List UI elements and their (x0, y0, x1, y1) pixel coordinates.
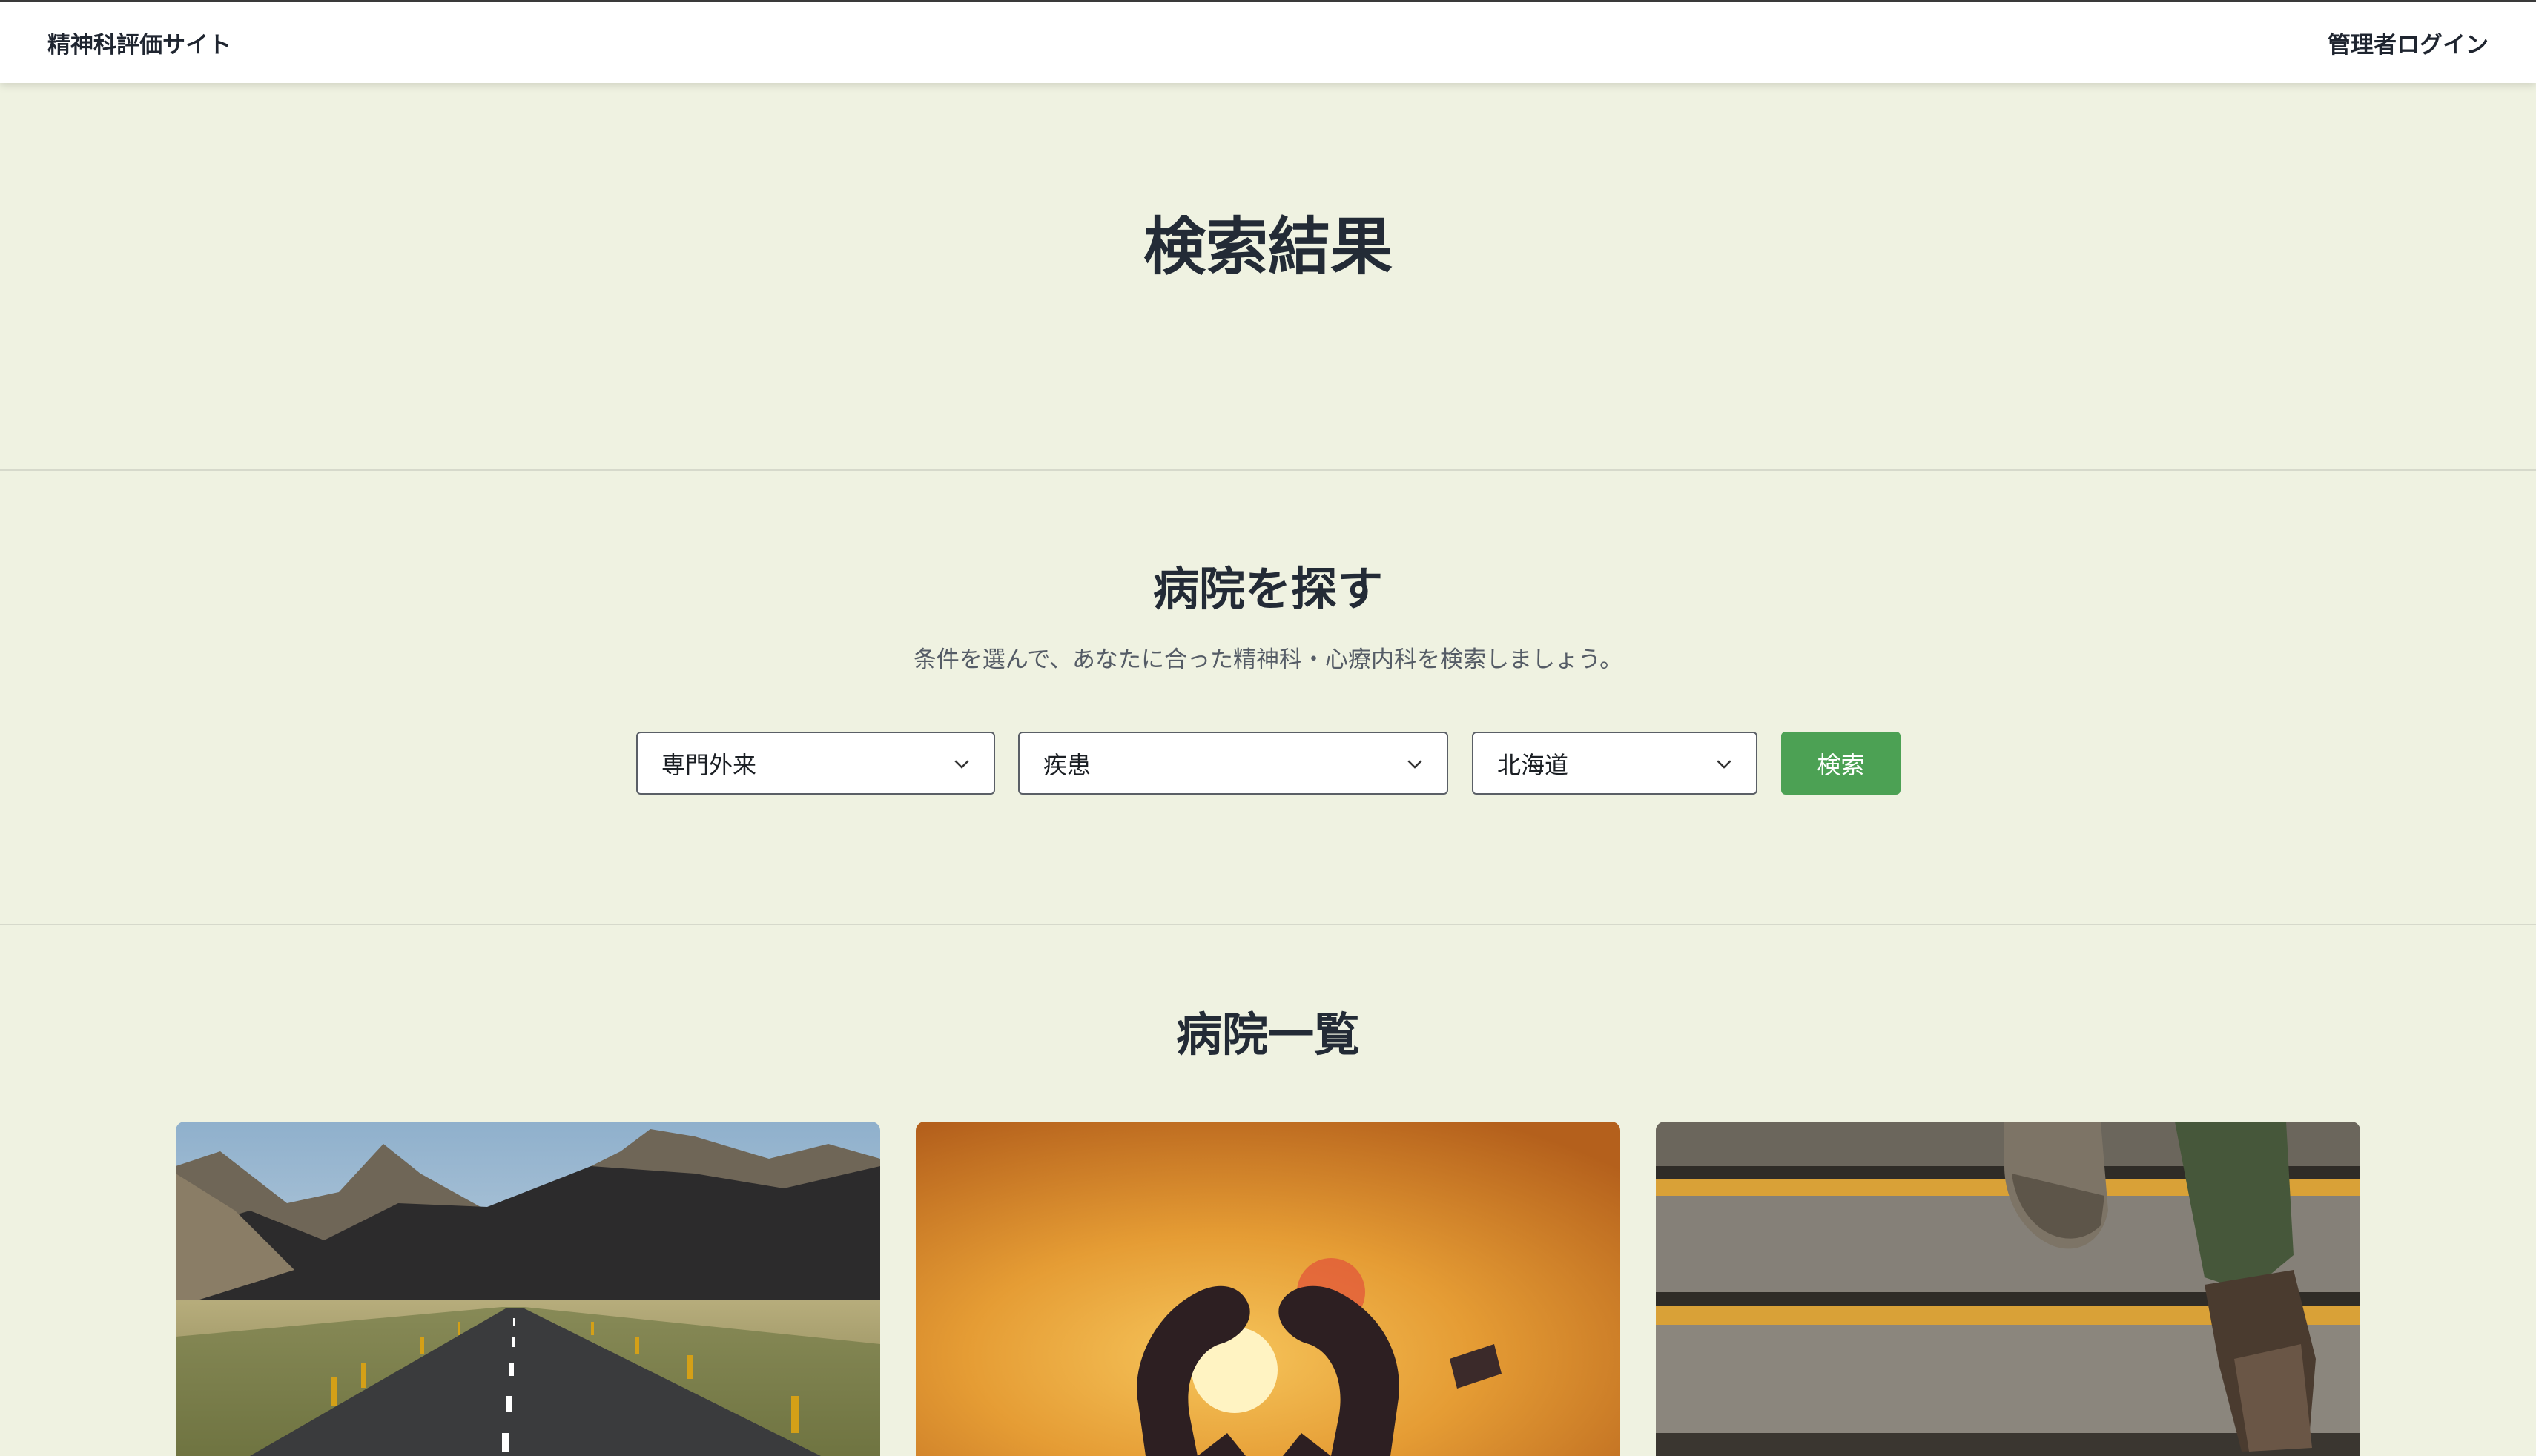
search-button[interactable]: 検索 (1781, 732, 1901, 795)
search-subtitle: 条件を選んで、あなたに合った精神科・心療内科を検索しましょう。 (913, 646, 1623, 673)
chevron-down-icon (1717, 759, 1731, 769)
disease-select[interactable]: 疾患 (1018, 732, 1448, 795)
page-title: 検索結果 (1143, 211, 1393, 283)
stairs-sneakers-image (1656, 1122, 2360, 1456)
site-brand-link[interactable]: 精神科評価サイト (47, 26, 231, 59)
hospital-list-title: 病院一覧 (1175, 1007, 1360, 1062)
chevron-down-icon (954, 759, 969, 769)
disease-select-value: 疾患 (1043, 750, 1092, 779)
search-title: 病院を探す (1152, 562, 1383, 616)
hero-section: 検索結果 (0, 83, 2536, 471)
hospital-card-3[interactable] (1656, 1122, 2360, 1456)
region-select-value: 北海道 (1497, 750, 1569, 779)
specialty-select[interactable]: 専門外来 (636, 732, 995, 795)
mountain-road-image (176, 1122, 880, 1456)
search-section: 病院を探す 条件を選んで、あなたに合った精神科・心療内科を検索しましょう。 専門… (0, 471, 2536, 925)
top-navbar: 精神科評価サイト 管理者ログイン (0, 0, 2536, 83)
chevron-down-icon (1407, 759, 1422, 769)
heart-hands-sunset-image (916, 1122, 1620, 1456)
hospital-card-2[interactable] (916, 1122, 1620, 1456)
region-select[interactable]: 北海道 (1472, 732, 1757, 795)
specialty-select-value: 専門外来 (661, 750, 757, 779)
hospital-card-1[interactable] (176, 1122, 880, 1456)
admin-login-link[interactable]: 管理者ログイン (2328, 26, 2489, 59)
